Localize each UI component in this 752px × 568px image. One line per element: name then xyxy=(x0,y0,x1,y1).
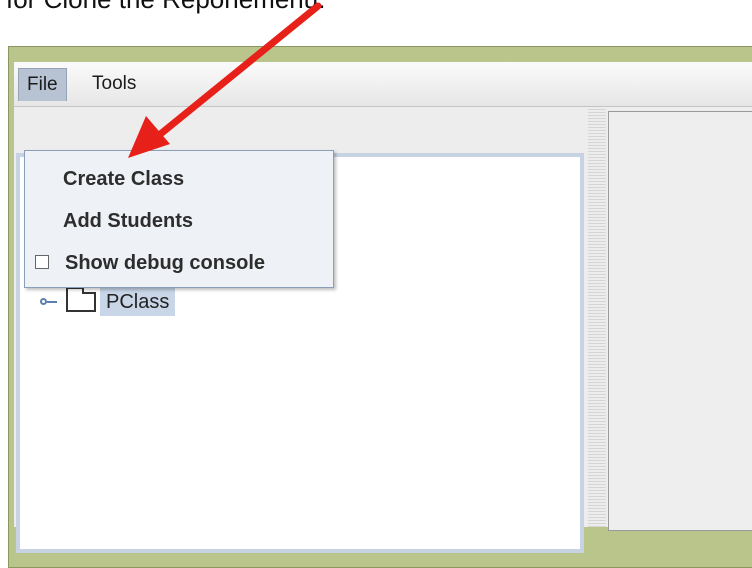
menu-item-label: Show debug console xyxy=(65,252,266,274)
menu-item-create-class[interactable]: Create Class xyxy=(25,161,333,197)
tree-node-label[interactable]: PClass xyxy=(100,288,176,316)
menu-file[interactable]: File xyxy=(18,68,67,101)
file-menu-dropdown: Create Class Add Students Show debug con… xyxy=(24,150,334,288)
menu-bar: File Tools xyxy=(14,62,752,107)
split-pane-divider[interactable] xyxy=(588,107,606,527)
caption-text: for Clone the Reponemenu: xyxy=(0,0,752,24)
menu-item-label: Create Class xyxy=(63,168,185,190)
folder-icon xyxy=(66,287,96,312)
menu-item-add-students[interactable]: Add Students xyxy=(25,203,333,239)
menu-item-show-debug-console[interactable]: Show debug console xyxy=(25,245,333,281)
expand-handle-icon[interactable] xyxy=(38,294,62,310)
menu-tools[interactable]: Tools xyxy=(84,68,144,100)
detail-panel xyxy=(608,111,752,531)
checkbox-icon[interactable] xyxy=(35,255,49,269)
menu-item-label: Add Students xyxy=(63,210,193,232)
tree-node-pclass[interactable]: PClass xyxy=(38,287,176,316)
